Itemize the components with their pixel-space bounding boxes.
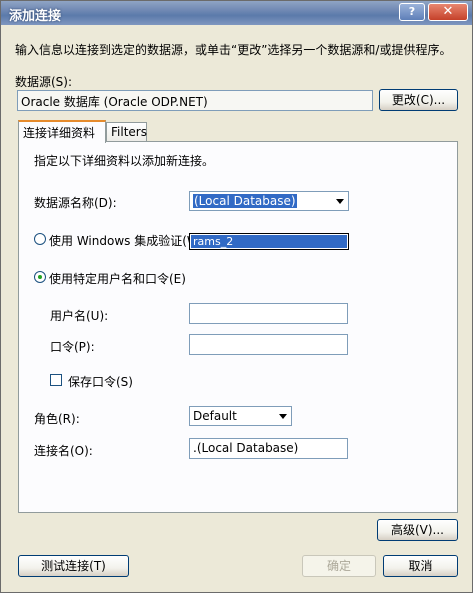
advanced-button[interactable]: 高级(V)... [377,519,458,541]
close-icon: ✕ [442,4,454,19]
title-bar[interactable]: 添加连接 ? ✕ [1,1,472,25]
role-value: Default [193,409,237,423]
windows-auth-radio[interactable] [34,233,46,245]
username-label: 用户名(U): [50,309,109,323]
save-password-label: 保存口令(S) [68,375,133,389]
dialog-body: 输入信息以连接到选定的数据源，或单击“更改”选择另一个数据源和/或提供程序。 数… [1,25,472,592]
data-source-name-select[interactable]: (Local Database) [189,191,349,211]
close-button[interactable]: ✕ [428,3,468,21]
windows-auth-label: 使用 Windows 集成验证(W) [49,234,204,248]
username-input[interactable] [189,303,348,324]
data-source-label: 数据源(S): [15,75,73,89]
data-source-field: Oracle 数据库 (Oracle ODP.NET) [17,90,373,111]
help-icon: ? [408,5,416,18]
cancel-button[interactable]: 取消 [383,555,458,577]
tab-connection-details[interactable]: 连接详细资料 [18,120,106,143]
password-input[interactable] [189,334,348,355]
role-label: 角色(R): [34,412,80,426]
password-label: 口令(P): [50,340,95,354]
change-button[interactable]: 更改(C)... [379,89,458,111]
test-connection-button[interactable]: 测试连接(T) [18,555,129,577]
tab-filters[interactable]: Filters [106,122,147,142]
save-password-checkbox[interactable] [50,374,62,386]
window-title: 添加连接 [9,9,62,24]
connection-name-label: 连接名(O): [34,444,93,458]
chevron-down-icon [279,414,287,419]
data-source-name-value: (Local Database) [193,194,297,208]
ok-button[interactable]: 确定 [302,555,376,577]
role-select[interactable]: Default [189,406,292,426]
panel-intro-text: 指定以下详细资料以添加新连接。 [34,154,215,168]
add-connection-dialog: 添加连接 ? ✕ 输入信息以连接到选定的数据源，或单击“更改”选择另一个数据源和… [0,0,473,593]
data-source-dropdown-list: rams_2 [189,233,349,250]
radio-selected-dot [38,275,42,279]
specific-user-label: 使用特定用户名和口令(E) [49,272,186,286]
data-source-name-label: 数据源名称(D): [34,196,117,210]
help-button[interactable]: ? [399,3,425,21]
instructions-text: 输入信息以连接到选定的数据源，或单击“更改”选择另一个数据源和/或提供程序。 [15,43,452,57]
tab-strip: 连接详细资料 Filters [18,120,458,143]
connection-name-input[interactable]: .(Local Database) [189,438,348,459]
specific-user-radio[interactable] [34,271,46,283]
dropdown-item-rams-2[interactable]: rams_2 [191,235,347,248]
chevron-down-icon [336,199,344,204]
